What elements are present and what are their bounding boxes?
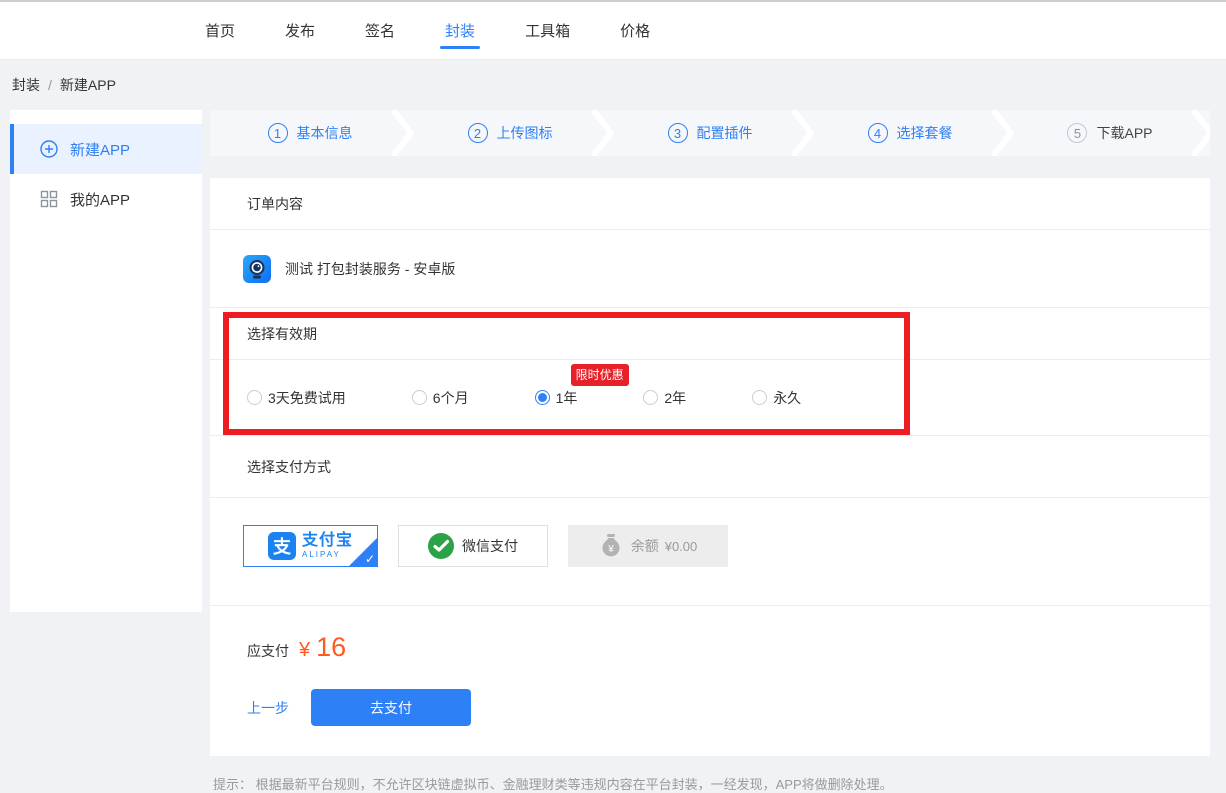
nav-item-home[interactable]: 首页 [205,2,235,59]
sidebar: 新建APP 我的APP [10,110,202,612]
radio-icon[interactable] [247,390,262,405]
step-label: 基本信息 [297,123,353,143]
order-app-row: 测试 打包封装服务 - 安卓版 [210,230,1210,308]
nav-item-pricing[interactable]: 价格 [620,2,650,59]
radio-option-label: 6个月 [433,388,469,408]
step-label: 下载APP [1096,123,1152,143]
svg-text:¥: ¥ [607,544,614,555]
nav-item-sign[interactable]: 签名 [365,2,395,59]
radio-option-6-months[interactable]: 6个月 [412,388,469,408]
step-number: 5 [1067,123,1087,143]
validity-section-title: 选择有效期 [210,308,1210,360]
step-basic-info: 1 基本信息 [210,110,410,156]
step-label: 上传图标 [497,123,553,143]
main-layout: 新建APP 我的APP 1 基本信息 2 [0,110,1226,793]
alipay-label: 支付宝 [302,533,353,549]
content: 1 基本信息 2 上传图标 3 配置插件 4 选择套餐 5 下载APP [210,110,1210,793]
step-label: 配置插件 [697,123,753,143]
go-to-pay-button[interactable]: 去支付 [311,689,471,726]
breadcrumb-section[interactable]: 封装 [12,75,40,95]
footer-note: 提示： 根据最新平台规则，不允许区块链虚拟币、金融理财类等违规内容在平台封装，一… [210,756,1210,793]
checkmark-icon: ✓ [365,552,375,566]
balance-label: 余额 [631,536,659,556]
step-number: 4 [868,123,888,143]
sidebar-item-label: 新建APP [70,139,130,160]
validity-options-row: 3天免费试用 6个月 限时优惠 1年 2年 [210,360,1210,436]
grid-icon [40,190,58,208]
step-download-app: 5 下载APP [1010,110,1210,156]
step-select-plan: 4 选择套餐 [810,110,1010,156]
radio-icon[interactable] [535,390,550,405]
checkout-section: 应支付 ¥ 16 上一步 去支付 [210,606,1210,756]
balance-amount: ¥0.00 [665,539,698,554]
amount-label: 应支付 [247,641,289,661]
sidebar-item-new-app[interactable]: 新建APP [10,124,202,174]
alipay-logo-icon: 支 [268,532,296,560]
payment-option-wechat[interactable]: 微信支付 [398,525,548,567]
previous-step-link[interactable]: 上一步 [247,698,289,718]
step-chevron-icon [1190,110,1210,156]
nav-item-toolbox[interactable]: 工具箱 [525,2,570,59]
radio-option-2-years[interactable]: 2年 [643,388,686,408]
promo-badge: 限时优惠 [571,364,629,386]
money-bag-icon: ¥ [599,533,623,559]
radio-option-forever[interactable]: 永久 [752,388,801,408]
payment-option-balance: ¥ 余额 ¥0.00 [568,525,728,567]
alipay-text: 支付宝 ALIPAY [302,533,353,559]
radio-option-label: 3天免费试用 [268,388,346,408]
validity-section: 选择有效期 3天免费试用 6个月 限时优惠 1年 [210,308,1210,436]
radio-option-label: 2年 [664,388,686,408]
radio-icon[interactable] [752,390,767,405]
currency-symbol: ¥ [299,639,310,662]
alipay-sub-label: ALIPAY [302,551,353,559]
wechat-pay-icon [428,533,454,559]
step-number: 2 [468,123,488,143]
order-app-name: 测试 打包封装服务 - 安卓版 [285,259,455,279]
radio-icon[interactable] [412,390,427,405]
radio-icon[interactable] [643,390,658,405]
plus-circle-icon [40,140,58,158]
nav-item-publish[interactable]: 发布 [285,2,315,59]
order-section-title: 订单内容 [210,178,1210,230]
radio-option-label: 1年 [556,388,578,408]
top-nav: 首页 发布 签名 封装 工具箱 价格 [0,0,1226,60]
step-label: 选择套餐 [897,123,953,143]
payment-methods-row: 支 支付宝 ALIPAY ✓ 微信支付 [210,498,1210,606]
wechat-label: 微信支付 [462,536,518,556]
app-icon [243,255,271,283]
sidebar-item-label: 我的APP [70,189,130,210]
step-configure-plugins: 3 配置插件 [610,110,810,156]
radio-option-3day-trial[interactable]: 3天免费试用 [247,388,346,408]
amount-line: 应支付 ¥ 16 [247,632,1210,663]
payment-section-title: 选择支付方式 [210,436,1210,498]
radio-option-1-year[interactable]: 限时优惠 1年 [535,388,578,408]
radio-option-label: 永久 [773,388,801,408]
step-upload-icon: 2 上传图标 [410,110,610,156]
order-card: 订单内容 [210,178,1210,756]
amount-value: 16 [316,632,346,663]
buttons-row: 上一步 去支付 [247,689,1210,726]
breadcrumb: 封装 / 新建APP [0,60,1226,110]
breadcrumb-current: 新建APP [60,75,116,95]
steps-bar: 1 基本信息 2 上传图标 3 配置插件 4 选择套餐 5 下载APP [210,110,1210,156]
sidebar-item-my-apps[interactable]: 我的APP [10,174,202,224]
payment-option-alipay[interactable]: 支 支付宝 ALIPAY ✓ [243,525,378,567]
step-number: 1 [268,123,288,143]
step-number: 3 [668,123,688,143]
nav-item-package[interactable]: 封装 [445,2,475,59]
breadcrumb-separator: / [48,77,52,93]
